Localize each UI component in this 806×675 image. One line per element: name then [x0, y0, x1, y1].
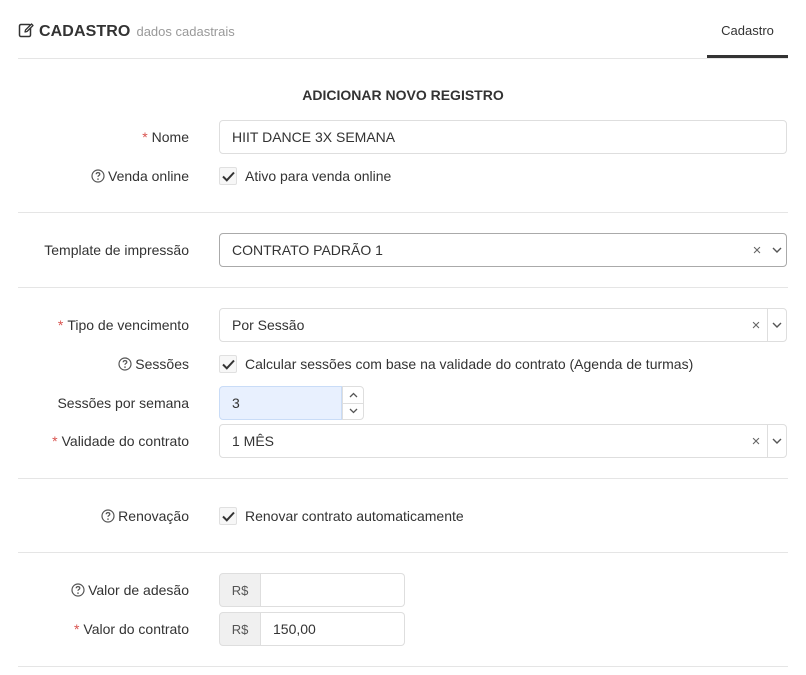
tab-cadastro[interactable]: Cadastro	[707, 0, 788, 58]
tipo-vencimento-label: * Tipo de vencimento	[58, 317, 189, 333]
section-title: ADICIONAR NOVO REGISTRO	[302, 87, 504, 103]
page-subtitle: dados cadastrais	[136, 24, 235, 39]
valor-contrato-input[interactable]: 150,00	[261, 612, 405, 646]
validade-select[interactable]: 1 MÊS ×	[219, 424, 787, 458]
renovacao-label: Renovação	[101, 508, 189, 524]
renovacao-checkbox[interactable]: Renovar contrato automaticamente	[219, 507, 464, 525]
renovacao-label-text: Renovação	[118, 508, 189, 524]
sessoes-label-text: Sessões	[135, 356, 189, 372]
nome-label-text: Nome	[151, 129, 189, 145]
quantity-stepper[interactable]	[342, 386, 364, 420]
nome-row: * Nome HIIT DANCE 3X SEMANA	[0, 120, 806, 154]
sessoes-semana-row: Sessões por semana 3	[0, 386, 806, 420]
sessoes-label: Sessões	[118, 356, 189, 372]
sessoes-row: Sessões Calcular sessões com base na val…	[0, 354, 806, 376]
template-label-text: Template de impressão	[44, 242, 189, 258]
tipo-vencimento-row: * Tipo de vencimento Por Sessão ×	[0, 308, 806, 342]
edit-icon	[18, 23, 34, 38]
venda-online-checkbox-label: Ativo para venda online	[245, 168, 392, 184]
sessoes-semana-input[interactable]: 3	[219, 386, 342, 420]
nome-input[interactable]: HIIT DANCE 3X SEMANA	[219, 120, 787, 154]
divider	[18, 287, 788, 288]
clear-icon[interactable]: ×	[745, 317, 767, 334]
page-title-group: CADASTRO dados cadastrais	[18, 20, 235, 41]
chevron-up-icon[interactable]	[343, 387, 363, 403]
valor-adesao-group: R$	[219, 573, 405, 607]
divider	[18, 478, 788, 479]
check-icon	[221, 171, 235, 182]
check-icon	[221, 359, 235, 370]
sessoes-checkbox[interactable]: Calcular sessões com base na validade do…	[219, 355, 693, 373]
question-circle-icon	[91, 169, 105, 183]
tipo-vencimento-select[interactable]: Por Sessão ×	[219, 308, 787, 342]
divider	[18, 552, 788, 553]
currency-addon: R$	[219, 612, 261, 646]
check-icon	[221, 511, 235, 522]
venda-online-label: Venda online	[91, 168, 189, 184]
page-title: CADASTRO	[39, 23, 131, 40]
validade-label-text: Validade do contrato	[61, 433, 189, 449]
divider	[18, 212, 788, 213]
required-mark: *	[142, 129, 148, 145]
valor-contrato-label: * Valor do contrato	[74, 621, 189, 637]
required-mark: *	[57, 317, 64, 333]
divider	[18, 666, 788, 667]
required-mark: *	[52, 433, 58, 449]
valor-contrato-label-text: Valor do contrato	[83, 621, 189, 637]
checkbox-box[interactable]	[219, 167, 237, 185]
template-row: Template de impressão CONTRATO PADRÃO 1 …	[0, 233, 806, 267]
question-circle-icon	[71, 583, 85, 597]
chevron-down-icon[interactable]	[768, 247, 786, 254]
valor-adesao-row: Valor de adesão R$	[0, 573, 806, 607]
checkbox-box[interactable]	[219, 507, 237, 525]
chevron-down-icon[interactable]	[343, 402, 363, 420]
sessoes-checkbox-label: Calcular sessões com base na validade do…	[245, 356, 694, 372]
question-circle-icon	[118, 357, 132, 371]
template-label: Template de impressão	[44, 242, 189, 258]
validade-row: * Validade do contrato 1 MÊS ×	[0, 424, 806, 458]
template-select-value: CONTRATO PADRÃO 1	[232, 242, 383, 258]
valor-adesao-label: Valor de adesão	[71, 582, 189, 598]
renovacao-row: Renovação Renovar contrato automaticamen…	[0, 506, 806, 528]
clear-icon[interactable]: ×	[745, 433, 767, 450]
valor-adesao-label-text: Valor de adesão	[88, 582, 189, 598]
tipo-vencimento-select-value: Por Sessão	[232, 317, 305, 333]
venda-online-checkbox[interactable]: Ativo para venda online	[219, 167, 391, 185]
checkbox-box[interactable]	[219, 355, 237, 373]
page-header: CADASTRO dados cadastrais Cadastro	[18, 0, 788, 59]
validade-label: * Validade do contrato	[52, 433, 189, 449]
renovacao-checkbox-label: Renovar contrato automaticamente	[245, 508, 464, 524]
sessoes-semana-label-text: Sessões por semana	[57, 395, 189, 411]
valor-contrato-row: * Valor do contrato R$ 150,00	[0, 612, 806, 646]
sessoes-semana-label: Sessões por semana	[57, 395, 189, 411]
nome-label: * Nome	[142, 129, 189, 145]
chevron-down-icon[interactable]	[768, 438, 786, 445]
required-mark: *	[73, 621, 80, 637]
clear-icon[interactable]: ×	[746, 242, 768, 259]
question-circle-icon	[101, 509, 115, 523]
template-select[interactable]: CONTRATO PADRÃO 1 ×	[219, 233, 787, 267]
valor-adesao-input[interactable]	[261, 573, 405, 607]
validade-select-value: 1 MÊS	[232, 433, 275, 449]
valor-contrato-group: R$ 150,00	[219, 612, 405, 646]
chevron-down-icon[interactable]	[768, 322, 786, 329]
tipo-vencimento-label-text: Tipo de vencimento	[67, 317, 189, 333]
currency-addon: R$	[219, 573, 261, 607]
venda-online-row: Venda online Ativo para venda online	[0, 166, 806, 188]
venda-online-label-text: Venda online	[108, 168, 189, 184]
